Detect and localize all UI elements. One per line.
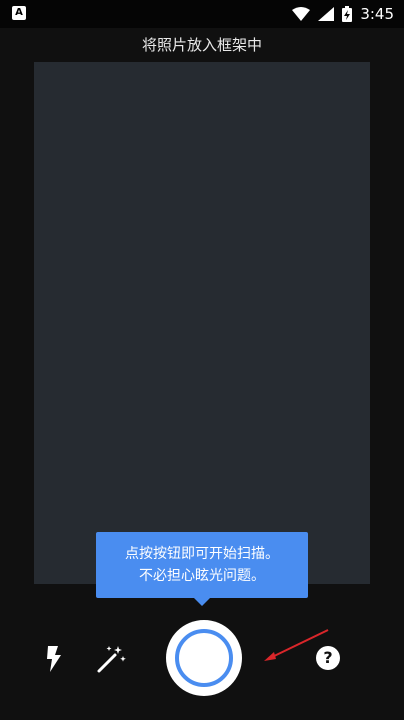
camera-frame [34,62,370,584]
bottom-controls: ? [0,606,404,720]
status-bar: A 3:45 [0,0,404,28]
page-title: 将照片放入框架中 [141,36,262,54]
flash-icon[interactable] [44,646,64,672]
shutter-button[interactable] [166,620,242,696]
status-icons: 3:45 [292,4,394,24]
signal-icon [318,7,335,21]
tooltip-line-1: 点按按钮即可开始扫描。 [125,546,279,562]
hint-tooltip: 点按按钮即可开始扫描。 不必担心眩光问题。 [96,532,308,598]
wifi-icon [292,7,311,21]
magic-wand-icon[interactable] [96,644,126,674]
shutter-ring [175,629,233,687]
status-time: 3:45 [360,5,394,23]
help-button[interactable]: ? [316,646,340,670]
battery-icon [342,6,353,22]
app-notification-icon: A [12,6,26,20]
tooltip-pointer [194,598,210,606]
tooltip-line-2: 不必担心眩光问题。 [139,568,265,584]
